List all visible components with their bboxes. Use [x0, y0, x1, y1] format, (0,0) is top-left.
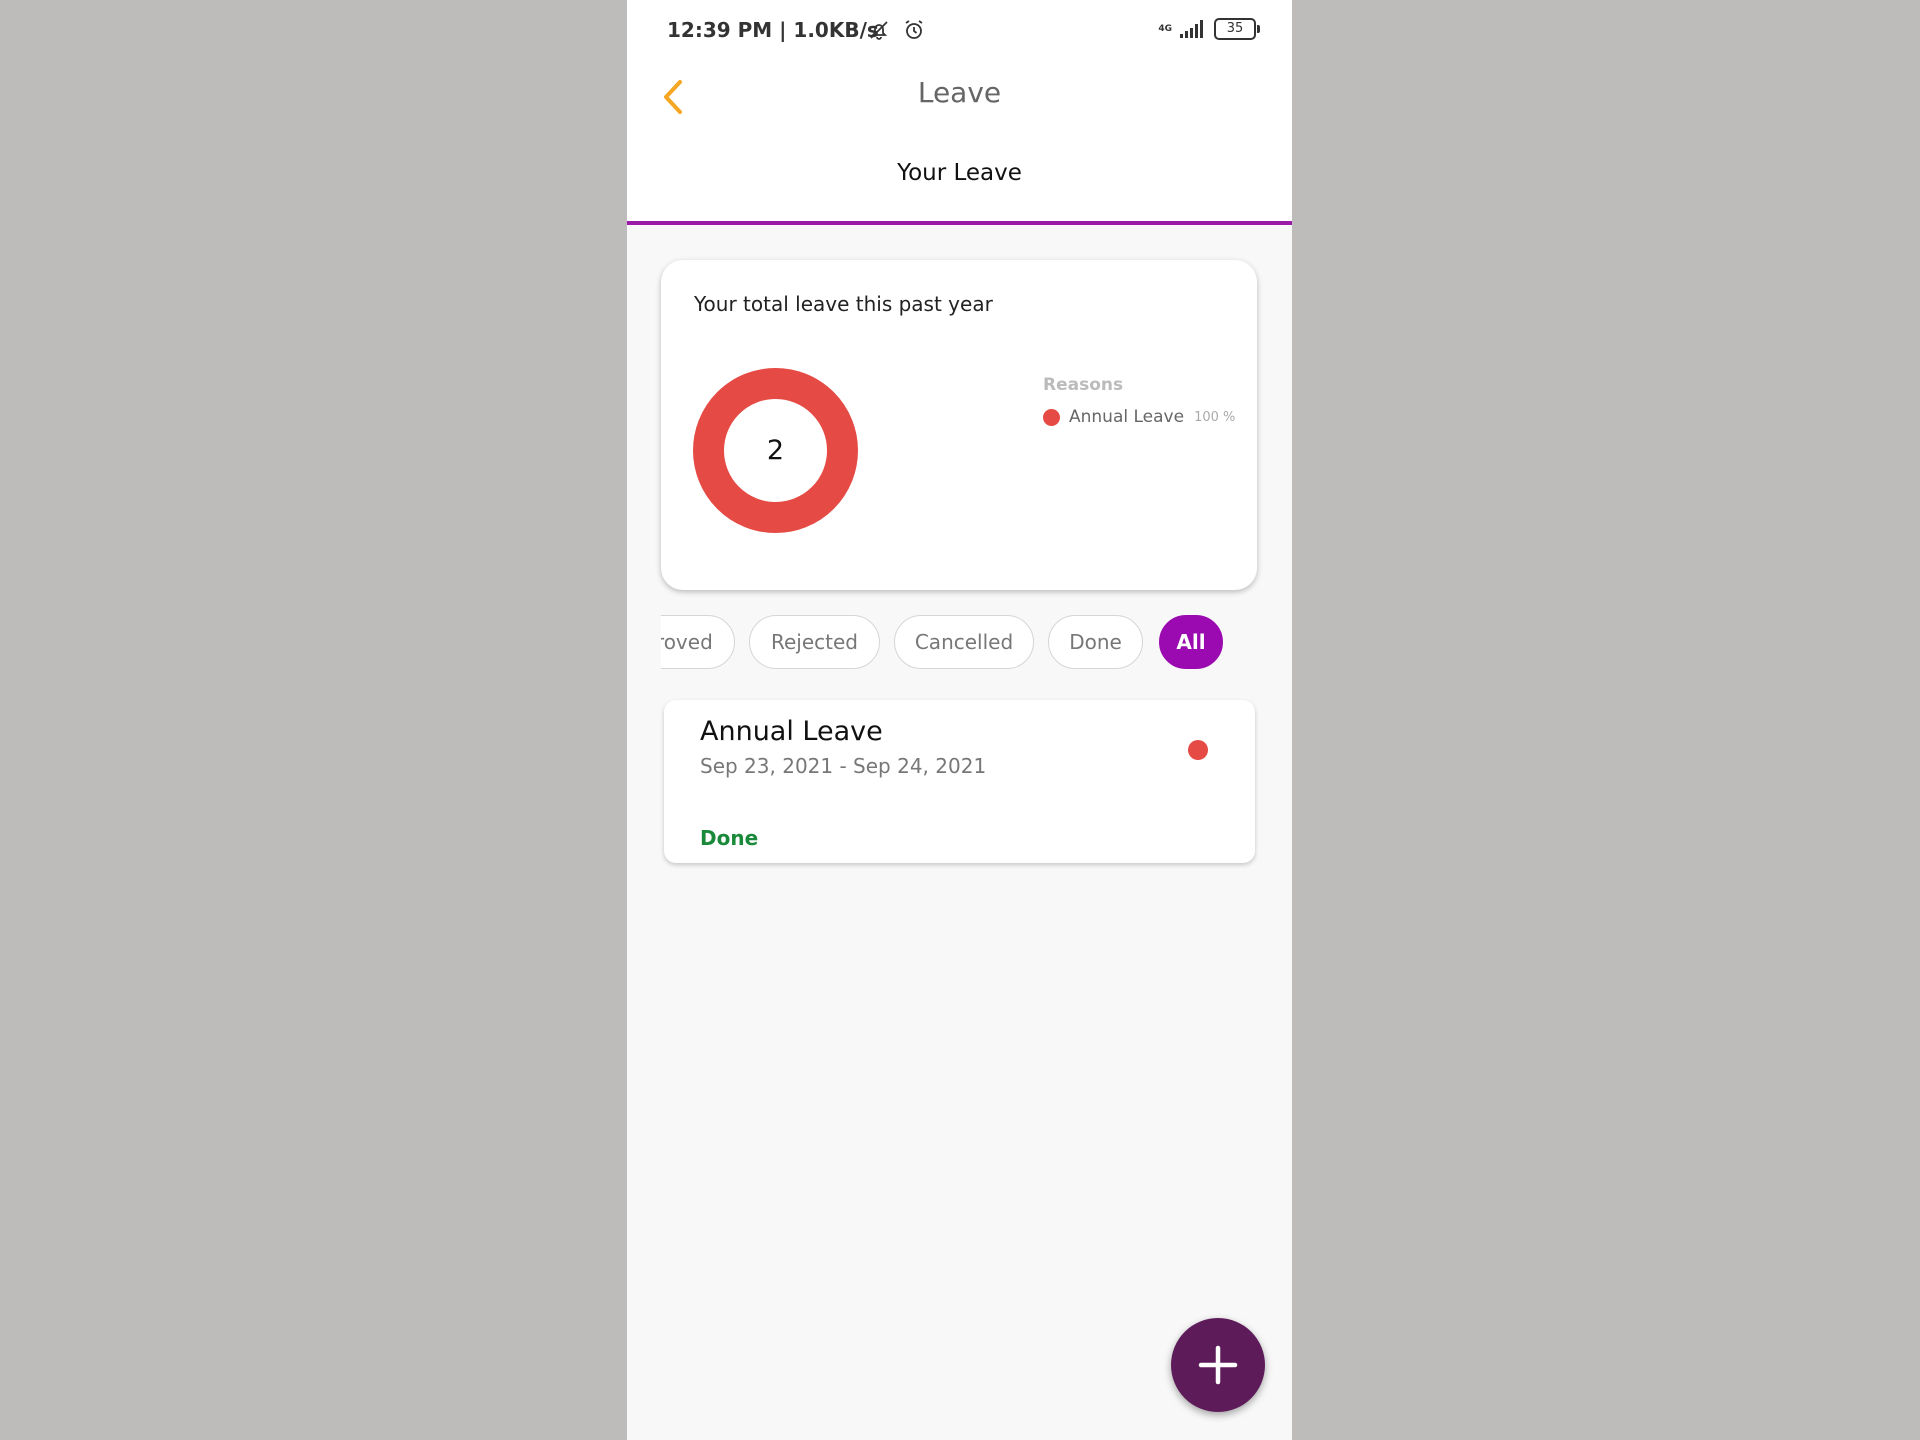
- alarm-icon: [905, 20, 923, 39]
- filter-chip-cancelled[interactable]: Cancelled: [894, 615, 1034, 669]
- signal-icon: [1180, 20, 1203, 38]
- battery-icon: 35: [1214, 18, 1260, 40]
- legend-title: Reasons: [1043, 375, 1124, 395]
- filter-chip-all[interactable]: All: [1159, 615, 1223, 669]
- page-title: Leave: [917, 76, 1002, 109]
- donut-total: 2: [766, 435, 785, 466]
- legend-item: Annual Leave 100 %: [1043, 407, 1235, 427]
- phone-screen: 12:39 PM | 1.0KB/s 4G 35 Leave Your Leav…: [627, 0, 1292, 1440]
- leave-type: Annual Leave: [700, 716, 883, 747]
- status-bar: 12:39 PM | 1.0KB/s 4G 35: [627, 0, 1292, 62]
- muted-bell-icon: [870, 21, 888, 40]
- filter-chip-approved[interactable]: proved: [661, 615, 735, 669]
- status-icons: [867, 18, 926, 42]
- summary-title: Your total leave this past year: [694, 292, 993, 316]
- leave-list-item[interactable]: Annual Leave Sep 23, 2021 - Sep 24, 2021…: [664, 700, 1255, 863]
- status-time: 12:39 PM | 1.0KB/s: [667, 18, 879, 42]
- filter-chip-rejected[interactable]: Rejected: [749, 615, 880, 669]
- legend-dot: [1043, 408, 1060, 426]
- network-type: 4G: [1158, 24, 1172, 34]
- tab-indicator: [627, 221, 1292, 225]
- plus-icon: [1198, 1345, 1238, 1385]
- legend-label: Annual Leave: [1069, 407, 1185, 427]
- status-filter-chips: proved Rejected Cancelled Done All: [661, 615, 1261, 675]
- leave-type-color-dot: [1188, 740, 1208, 760]
- leave-dates: Sep 23, 2021 - Sep 24, 2021: [700, 754, 987, 778]
- legend-percent: 100 %: [1194, 409, 1236, 425]
- leave-summary-card: Your total leave this past year 2 Reason…: [661, 260, 1257, 590]
- leave-status: Done: [700, 826, 759, 850]
- filter-chip-done[interactable]: Done: [1048, 615, 1143, 669]
- tab-your-leave[interactable]: Your Leave: [627, 160, 1292, 186]
- status-right: 4G 35: [1158, 18, 1260, 40]
- add-leave-button[interactable]: [1171, 1318, 1265, 1412]
